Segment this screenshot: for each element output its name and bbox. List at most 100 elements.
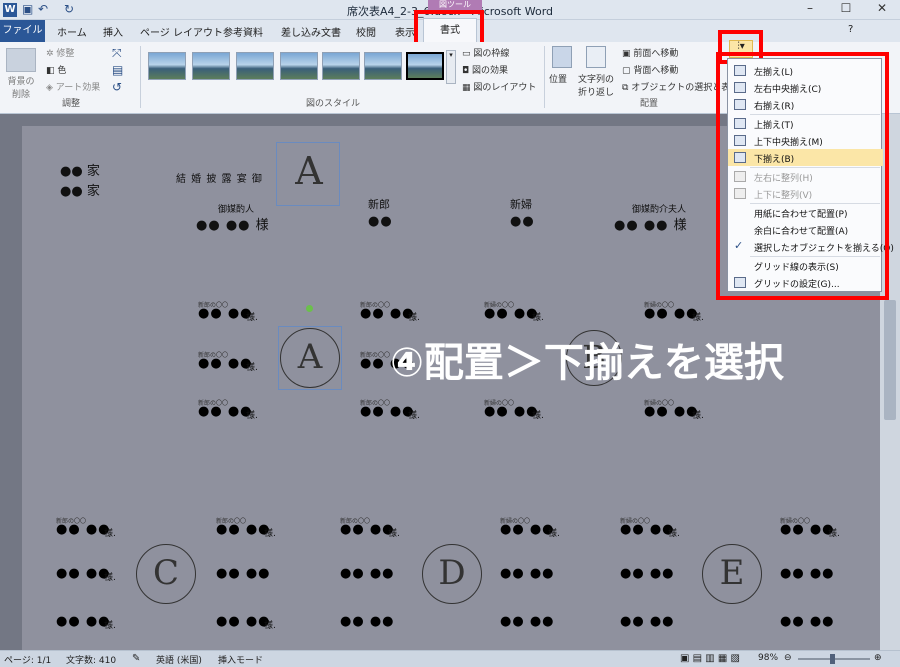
guest-sama: 様. xyxy=(246,363,258,373)
color-button[interactable]: ◧ 色 xyxy=(46,63,66,76)
guest-sama: 様. xyxy=(692,313,704,323)
picture-style-6[interactable] xyxy=(364,52,402,80)
language-status[interactable]: 英語 (米国) xyxy=(156,653,202,666)
table-d-circle[interactable]: D xyxy=(422,544,482,604)
scrollbar-thumb[interactable] xyxy=(884,300,896,420)
table-e-circle[interactable]: E xyxy=(702,544,762,604)
guest-sama: 様. xyxy=(668,529,680,539)
guest-sama: 様. xyxy=(388,529,400,539)
guest-name: ●● ●● xyxy=(198,404,253,419)
guest-name: ●● ●● xyxy=(780,566,835,581)
wrap-text-button[interactable]: 文字列の 折り返し xyxy=(578,72,614,98)
maximize-icon[interactable]: ☐ xyxy=(828,1,864,18)
guest-sama: 様. xyxy=(408,313,420,323)
zoom-level[interactable]: 98% xyxy=(758,653,778,663)
guest-name: ●● ●● xyxy=(500,522,555,537)
zoom-slider-thumb[interactable] xyxy=(830,654,835,664)
picture-effects-button[interactable]: ◘ 図の効果 xyxy=(462,63,508,76)
guest-name: ●● ●● xyxy=(216,566,271,581)
table-a-circle[interactable]: A xyxy=(280,328,340,388)
tab-page-layout[interactable]: ページ レイアウト xyxy=(140,24,223,39)
guest-name: ●● ●● xyxy=(484,404,539,419)
guest-name: ●● ●● xyxy=(56,522,111,537)
corrections-label: 修整 xyxy=(56,49,75,59)
proofing-icon[interactable]: ✎ xyxy=(132,653,140,664)
remove-background-icon[interactable] xyxy=(6,48,36,72)
guest-name: ●● ●● xyxy=(644,306,699,321)
view-buttons-icon[interactable]: ▣ ▤ ▥ ▦ ▧ xyxy=(680,653,740,664)
reset-picture-icon[interactable]: ↺ xyxy=(112,80,122,94)
bride-name: ●● xyxy=(510,214,535,229)
picture-effects-label: 図の効果 xyxy=(471,66,508,76)
tab-mailings[interactable]: 差し込み文書 xyxy=(281,24,341,39)
picture-style-5[interactable] xyxy=(322,52,360,80)
guest-sama: 様. xyxy=(548,529,560,539)
guest-name: ●● ●● xyxy=(780,522,835,537)
zoom-in-icon[interactable]: ⊕ xyxy=(874,653,882,663)
guest-name: ●● ●● xyxy=(198,356,253,371)
minimize-icon[interactable]: – xyxy=(792,1,828,18)
tab-view[interactable]: 表示 xyxy=(395,24,415,39)
remove-background-button[interactable]: 背景の 削除 xyxy=(4,74,38,100)
guest-name: ●● ●● xyxy=(216,522,271,537)
guest-name: ●● ●● xyxy=(620,566,675,581)
send-backward-button[interactable]: ▢ 背面へ移動 xyxy=(622,63,678,76)
tab-references[interactable]: 参考資料 xyxy=(223,24,263,39)
guest-name: ●● ●● xyxy=(644,404,699,419)
status-bar: ページ: 1/1 文字数: 410 ✎ 英語 (米国) 挿入モード ▣ ▤ ▥ … xyxy=(0,650,900,667)
adjust-group-label: 調整 xyxy=(62,99,81,109)
guest-sama: 様. xyxy=(264,529,276,539)
styles-more-icon[interactable]: ▾ xyxy=(446,50,456,84)
artistic-effects-button[interactable]: ◈ アート効果 xyxy=(46,80,100,93)
help-icon[interactable]: ? xyxy=(848,24,853,35)
picture-style-7[interactable] xyxy=(406,52,444,80)
insert-mode[interactable]: 挿入モード xyxy=(218,653,263,666)
tab-insert[interactable]: 挿入 xyxy=(103,24,123,39)
rotate-handle[interactable] xyxy=(306,305,313,312)
bring-forward-label: 前面へ移動 xyxy=(633,49,679,59)
guest-name: ●● ●● xyxy=(360,404,415,419)
guest-name: ●● ●● xyxy=(340,614,395,629)
wrap-text-icon[interactable] xyxy=(586,46,606,68)
guest-name: ●● ●● xyxy=(360,306,415,321)
send-backward-label: 背面へ移動 xyxy=(633,66,679,76)
compress-pictures-icon[interactable]: ⤧ xyxy=(112,46,122,61)
guest-sama: 様. xyxy=(104,621,116,631)
corrections-button[interactable]: ✲ 修整 xyxy=(46,46,74,59)
zoom-out-icon[interactable]: ⊖ xyxy=(784,653,792,663)
change-picture-icon[interactable]: ▤ xyxy=(112,63,123,77)
tab-home[interactable]: ホーム xyxy=(57,24,87,39)
page-count[interactable]: ページ: 1/1 xyxy=(4,653,51,666)
tab-review[interactable]: 校閲 xyxy=(356,24,376,39)
logo-letter: A xyxy=(295,149,323,193)
guest-name: ●● ●● xyxy=(620,614,675,629)
groom-name: ●● xyxy=(368,214,393,229)
guest-name: ●● ●● xyxy=(340,522,395,537)
picture-style-1[interactable] xyxy=(148,52,186,80)
tab-file[interactable]: ファイル xyxy=(0,20,45,42)
picture-style-4[interactable] xyxy=(280,52,318,80)
guest-name: ●● ●● xyxy=(216,614,271,629)
heading-text: 結 婚 披 露 宴 御 xyxy=(176,174,263,185)
word-count[interactable]: 文字数: 410 xyxy=(66,653,116,666)
bride-label: 新婦 xyxy=(510,198,532,211)
guest-sama: 様. xyxy=(264,621,276,631)
table-c-circle[interactable]: C xyxy=(136,544,196,604)
guest-name: ●● ●● xyxy=(56,566,111,581)
guest-name: ●● ●● xyxy=(56,614,111,629)
picture-border-button[interactable]: ▭ 図の枠線 xyxy=(462,46,509,59)
bring-forward-button[interactable]: ▣ 前面へ移動 xyxy=(622,46,678,59)
groom-label: 新郎 xyxy=(368,198,390,211)
guest-sama: 様. xyxy=(104,573,116,583)
guest-sama: 様. xyxy=(246,313,258,323)
family-name-1: ●● 家 xyxy=(60,164,100,179)
guest-name: ●● ●● xyxy=(500,566,555,581)
picture-style-3[interactable] xyxy=(236,52,274,80)
color-label: 色 xyxy=(57,66,67,76)
picture-layout-button[interactable]: ▦ 図のレイアウト xyxy=(462,80,536,93)
position-button[interactable]: 位置 xyxy=(549,72,567,85)
picture-style-2[interactable] xyxy=(192,52,230,80)
close-icon[interactable]: ✕ xyxy=(864,1,900,18)
position-icon[interactable] xyxy=(552,46,572,68)
guest-sama: 様. xyxy=(104,529,116,539)
